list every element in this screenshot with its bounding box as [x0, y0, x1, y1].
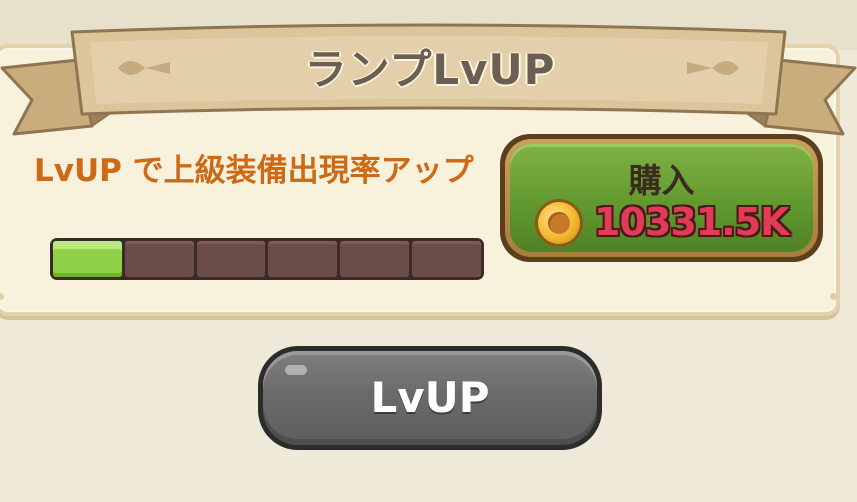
progress-segment: [124, 241, 194, 277]
buy-button[interactable]: 購入 10331.5K: [500, 134, 823, 262]
buy-button-label: 購入: [628, 161, 695, 200]
progress-segment: [268, 241, 338, 277]
panel-rivet: [830, 293, 837, 300]
lvup-button-label: LvUP: [370, 373, 490, 422]
lvup-button-face: LvUP: [263, 351, 597, 445]
buy-price: 10331.5K: [594, 200, 790, 244]
panel-description: LvUP で上級装備出現率アップ: [34, 153, 474, 189]
progress-segment-filled: [53, 241, 122, 277]
buy-button-face: 購入 10331.5K: [510, 144, 813, 252]
buy-button-frame: 購入 10331.5K: [505, 139, 818, 257]
progress-segment: [412, 241, 481, 277]
coin-icon: [538, 202, 580, 244]
level-progress-bar: [50, 238, 484, 280]
panel-rivet: [0, 293, 4, 300]
lvup-button[interactable]: LvUP: [258, 346, 602, 450]
panel-title: ランプLvUP: [304, 45, 556, 94]
progress-segment: [196, 241, 266, 277]
progress-segment: [340, 241, 410, 277]
